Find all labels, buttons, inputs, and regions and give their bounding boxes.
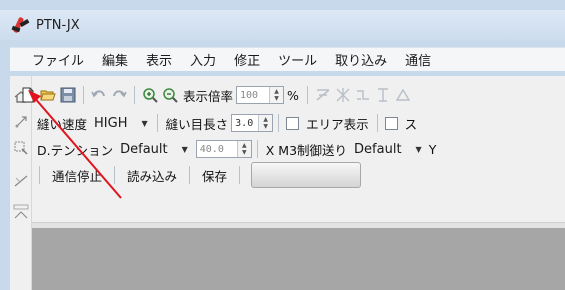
extra-checkbox[interactable] bbox=[384, 116, 398, 130]
communication-toolbar: 通信停止 読み込み 保存 bbox=[34, 162, 362, 188]
line-tool-icon[interactable] bbox=[13, 172, 29, 188]
area-display-checkbox[interactable] bbox=[286, 116, 300, 130]
menu-file[interactable]: ファイル bbox=[10, 50, 93, 69]
app-logo-icon bbox=[10, 15, 32, 35]
menu-bar: ファイル 編集 表示 入力 修正 ツール 取り込み 通信 bbox=[10, 47, 565, 71]
sew-speed-label: 縫い速度 bbox=[37, 116, 88, 132]
chevron-down-icon[interactable]: ▼ bbox=[416, 145, 422, 154]
undo-icon[interactable] bbox=[90, 86, 108, 104]
pattern-tool-3-icon[interactable] bbox=[354, 86, 372, 104]
menu-communication[interactable]: 通信 bbox=[396, 50, 440, 69]
pattern-tool-2-icon[interactable] bbox=[334, 86, 352, 104]
app-window: PTN-JX ファイル 編集 表示 入力 修正 ツール 取り込み 通信 表示倍率… bbox=[0, 0, 565, 290]
stitch-length-value[interactable]: 3.0 bbox=[232, 118, 258, 129]
tension-spin-buttons[interactable]: ▲ ▼ bbox=[236, 141, 251, 157]
tension-spin-value[interactable]: 40.0 bbox=[197, 144, 237, 155]
new-file-icon[interactable] bbox=[19, 86, 37, 104]
stitch-length-label: 縫い目長さ bbox=[165, 116, 229, 132]
left-toolbar bbox=[10, 76, 32, 290]
zoom-spin-buttons[interactable]: ▲ ▼ bbox=[269, 87, 284, 103]
stitch-length-spin-buttons[interactable]: ▲ ▼ bbox=[258, 115, 273, 131]
separator bbox=[134, 86, 135, 104]
separator bbox=[39, 166, 40, 184]
menu-tools[interactable]: ツール bbox=[269, 50, 326, 69]
tension-toolbar: D.テンション Default ▼ 40.0 ▲ ▼ X M3制御送り Defau… bbox=[34, 137, 439, 161]
zoom-unit: % bbox=[287, 87, 299, 103]
menu-modify[interactable]: 修正 bbox=[225, 50, 269, 69]
separator bbox=[256, 140, 258, 158]
separator bbox=[376, 114, 378, 132]
separator bbox=[306, 86, 308, 104]
open-folder-icon[interactable] bbox=[39, 86, 57, 104]
select-rectangle-icon[interactable] bbox=[13, 140, 29, 156]
separator bbox=[156, 114, 158, 132]
zoom-value[interactable]: 100 bbox=[237, 90, 269, 101]
save-disk-icon[interactable] bbox=[59, 86, 77, 104]
separator bbox=[278, 114, 280, 132]
extra-label-y: Y bbox=[428, 141, 437, 157]
pointer-tool-icon[interactable] bbox=[13, 114, 29, 130]
title-bar: PTN-JX bbox=[0, 10, 565, 40]
area-display-label: エリア表示 bbox=[306, 116, 369, 132]
canvas-workspace[interactable] bbox=[32, 228, 565, 290]
xm3-label: X M3制御送り bbox=[265, 142, 348, 158]
sew-speed-value[interactable]: HIGH bbox=[94, 116, 127, 131]
window-title: PTN-JX bbox=[36, 17, 80, 33]
tension-label: D.テンション bbox=[37, 142, 114, 158]
redo-icon[interactable] bbox=[110, 86, 128, 104]
separator bbox=[239, 166, 241, 184]
chevron-down-icon[interactable]: ▼ bbox=[141, 119, 147, 128]
stitch-tool-icon[interactable] bbox=[13, 204, 29, 220]
separator bbox=[189, 166, 191, 184]
extra-label: ス bbox=[404, 116, 418, 132]
tension-spinner[interactable]: 40.0 ▲ ▼ bbox=[195, 140, 252, 158]
pattern-tool-4-icon[interactable] bbox=[374, 86, 392, 104]
zoom-label: 表示倍率 bbox=[183, 88, 234, 104]
tension-value[interactable]: Default bbox=[120, 142, 168, 157]
stop-communication-button[interactable]: 通信停止 bbox=[45, 166, 109, 185]
tension-dropdown[interactable]: Default ▼ bbox=[116, 139, 192, 159]
separator bbox=[114, 166, 116, 184]
menu-import[interactable]: 取り込み bbox=[326, 50, 396, 69]
zoom-spinner[interactable]: 100 ▲ ▼ bbox=[236, 86, 285, 104]
menu-edit[interactable]: 編集 bbox=[93, 50, 137, 69]
status-progress-box bbox=[251, 162, 362, 188]
sew-speed-dropdown[interactable]: HIGH ▼ bbox=[90, 113, 152, 133]
separator bbox=[83, 86, 84, 104]
xm3-value[interactable]: Default bbox=[354, 142, 402, 157]
menu-view[interactable]: 表示 bbox=[137, 50, 181, 69]
menu-input[interactable]: 入力 bbox=[181, 50, 225, 69]
chevron-down-icon[interactable]: ▼ bbox=[182, 145, 188, 154]
xm3-dropdown[interactable]: Default ▼ bbox=[350, 139, 426, 159]
pattern-tool-icon[interactable] bbox=[314, 86, 332, 104]
stitch-length-spinner[interactable]: 3.0 ▲ ▼ bbox=[231, 114, 274, 132]
sewing-toolbar: 縫い速度 HIGH ▼ 縫い目長さ 3.0 ▲ ▼ エリア表示 ス bbox=[34, 111, 420, 135]
main-toolbar: 表示倍率 100 ▲ ▼ % bbox=[18, 83, 413, 107]
zoom-in-icon[interactable] bbox=[141, 86, 159, 104]
zoom-out-icon[interactable] bbox=[161, 86, 179, 104]
client-area: 表示倍率 100 ▲ ▼ % 縫い速度 HIGH ▼ 縫い目長さ 3.0 ▲ ▼… bbox=[10, 76, 565, 290]
save-button[interactable]: 保存 bbox=[195, 166, 234, 185]
read-button[interactable]: 読み込み bbox=[120, 166, 184, 185]
pattern-tool-5-icon[interactable] bbox=[394, 86, 412, 104]
